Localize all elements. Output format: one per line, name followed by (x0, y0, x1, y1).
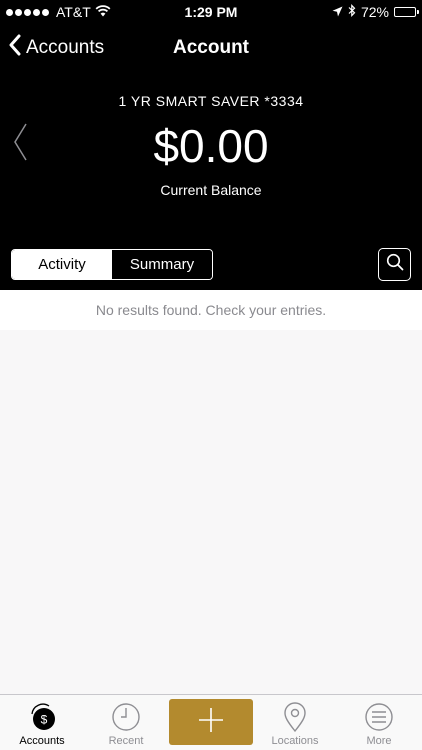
tab-accounts-label: Accounts (19, 735, 65, 747)
current-balance-amount: $0.00 (153, 120, 269, 172)
tab-accounts[interactable]: $ Accounts (0, 695, 84, 750)
search-icon (386, 253, 404, 276)
back-button[interactable]: Accounts (8, 34, 104, 61)
battery-icon (394, 7, 419, 17)
empty-results-message: No results found. Check your entries. (95, 302, 327, 318)
segment-summary[interactable]: Summary (112, 250, 212, 279)
current-balance-label: Current Balance (160, 182, 262, 198)
back-button-label: Accounts (26, 36, 105, 58)
segment-activity[interactable]: Activity (12, 250, 112, 279)
tab-bar: $ Accounts Recent Locations More (0, 694, 422, 750)
activity-summary-segmented-control: Activity Summary (11, 249, 213, 280)
chevron-left-icon (8, 34, 22, 61)
tab-recent[interactable]: Recent (84, 695, 168, 750)
account-name: 1 YR SMART SAVER *3334 (118, 93, 304, 109)
clock-icon (111, 701, 141, 733)
plus-icon (198, 707, 224, 738)
tab-more-label: More (366, 735, 392, 747)
add-button[interactable] (169, 699, 253, 745)
tab-locations[interactable]: Locations (253, 695, 337, 750)
account-header: Accounts Account 1 YR SMART SAVER *3334 … (0, 26, 422, 290)
svg-text:$: $ (41, 713, 48, 727)
search-button[interactable] (378, 248, 411, 281)
activity-list-area (0, 330, 422, 694)
status-right: 72% (332, 4, 419, 20)
battery-percent: 72% (360, 4, 389, 20)
empty-results-row: No results found. Check your entries. (0, 290, 422, 330)
accounts-dollar-icon: $ (27, 701, 57, 733)
tab-more[interactable]: More (337, 695, 421, 750)
menu-icon (364, 701, 394, 733)
location-arrow-icon (332, 4, 343, 20)
location-pin-icon (283, 701, 307, 733)
status-bar: AT&T 1:29 PM 72% (0, 0, 422, 26)
app-screen: AT&T 1:29 PM 72% Accounts Account 1 YR S… (0, 0, 422, 750)
bluetooth-icon (348, 4, 356, 20)
tab-recent-label: Recent (108, 735, 144, 747)
tab-locations-label: Locations (271, 735, 319, 747)
